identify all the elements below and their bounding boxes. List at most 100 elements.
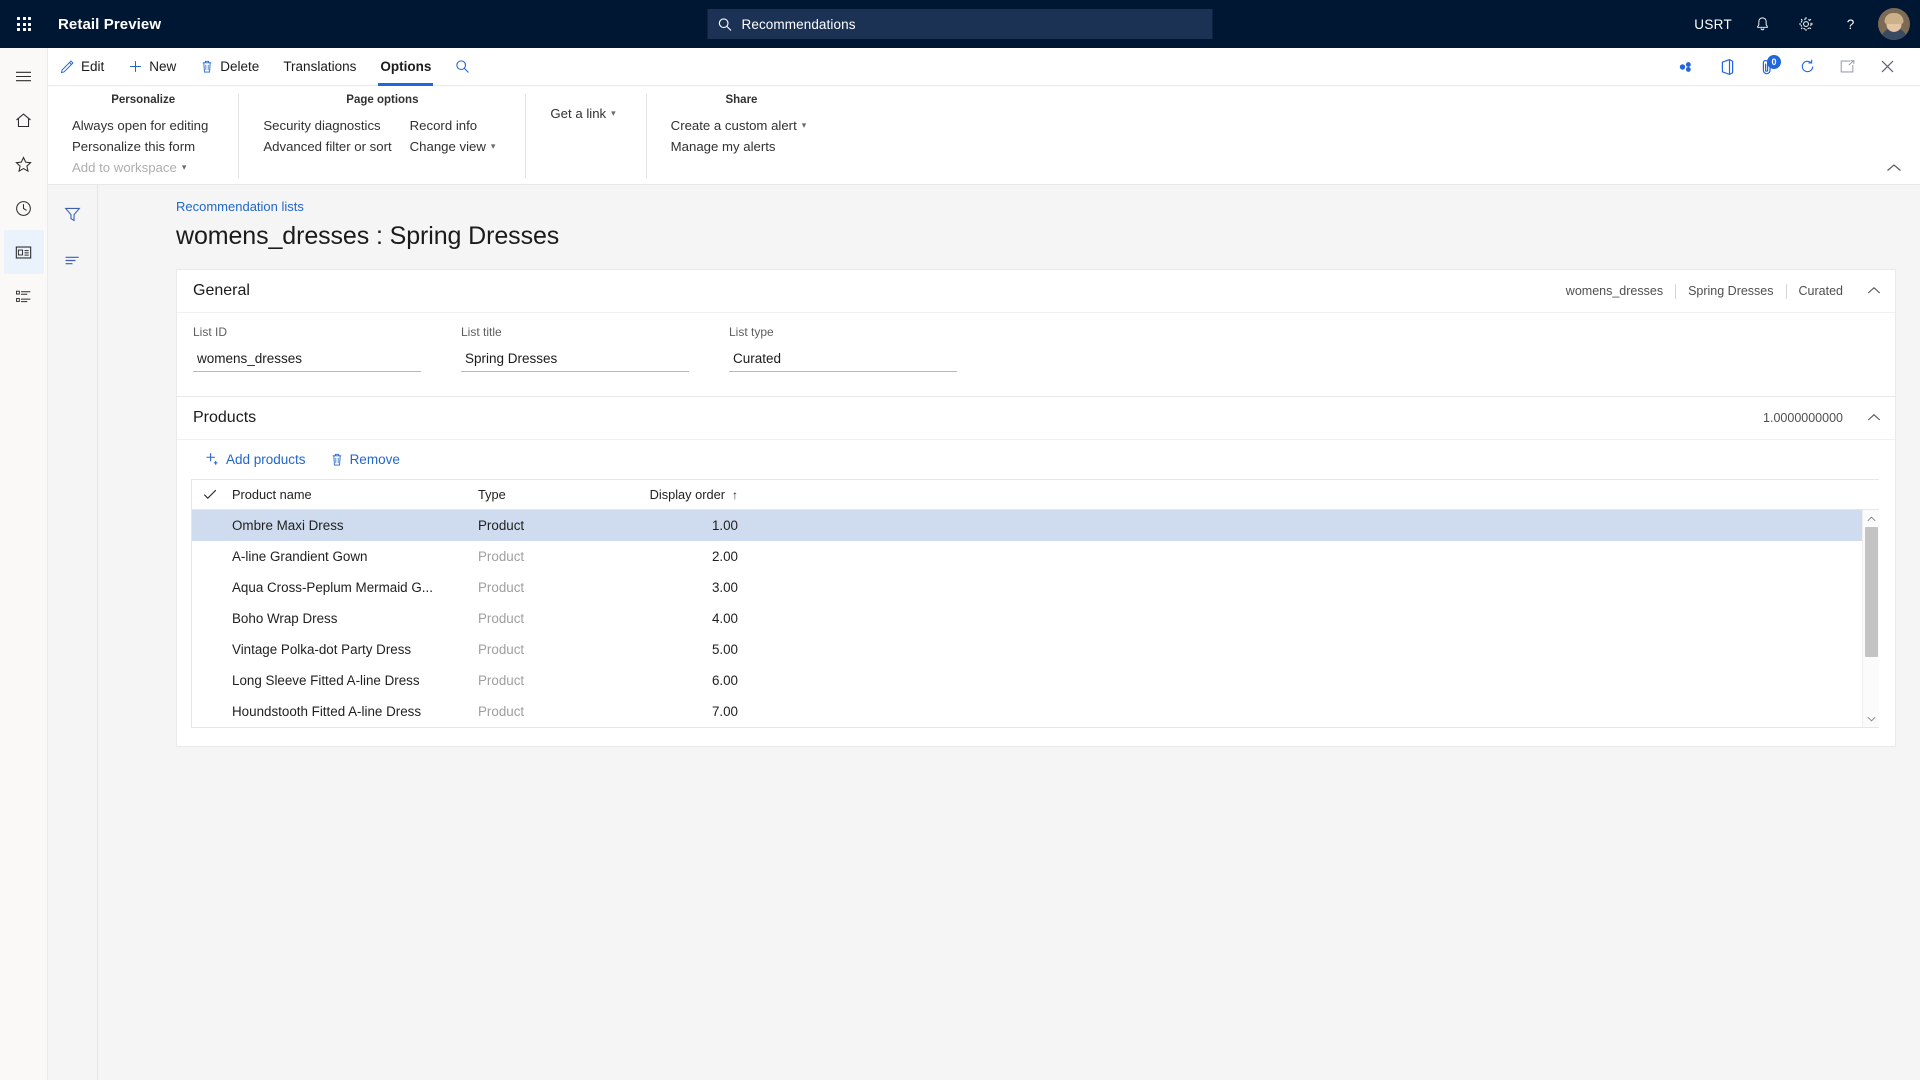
ribbon-group-share: Share Create a custom alert ▾ Manage my … — [647, 94, 837, 178]
ribbon-item-add-to-workspace[interactable]: Add to workspace ▾ — [70, 157, 216, 178]
filter-rail — [48, 185, 98, 1080]
refresh-icon[interactable] — [1788, 48, 1826, 86]
ribbon-item-label: Always open for editing — [72, 118, 209, 133]
scroll-down-chevron-down-icon[interactable] — [1863, 710, 1880, 727]
filter-funnel-icon[interactable] — [56, 199, 90, 229]
global-search-box[interactable]: Recommendations — [707, 9, 1213, 39]
cell-display-order: 4.00 — [711, 611, 738, 626]
workspaces-icon[interactable] — [3, 230, 44, 274]
list-title-input[interactable] — [461, 345, 689, 372]
pencil-icon — [60, 60, 74, 74]
table-row[interactable]: Long Sleeve Fitted A-line Dress Product … — [192, 665, 1879, 696]
action-pane-right-icons: 0 — [1668, 48, 1920, 86]
cell-product-name: Houndstooth Fitted A-line Dress — [232, 704, 422, 719]
table-row[interactable]: Aqua Cross-Peplum Mermaid G... Product 3… — [192, 572, 1879, 603]
cell-type: Product — [478, 704, 525, 719]
scroll-up-chevron-up-icon[interactable] — [1863, 510, 1880, 527]
ribbon-item-advanced-filter-or-sort[interactable]: Advanced filter or sort — [261, 136, 399, 157]
chevron-up-icon[interactable] — [1867, 411, 1881, 425]
options-tab-label: Options — [380, 59, 432, 74]
chevron-up-icon[interactable] — [1867, 284, 1881, 298]
app-title[interactable]: Retail Preview — [58, 16, 161, 33]
ribbon-item-security-diagnostics[interactable]: Security diagnostics — [261, 115, 399, 136]
cell-product-name: Ombre Maxi Dress — [232, 518, 344, 533]
products-section-header[interactable]: Products 1.0000000000 — [177, 397, 1895, 440]
add-products-button[interactable]: Add products — [195, 448, 316, 471]
left-nav-rail — [0, 48, 48, 1080]
ribbon-item-get-a-link[interactable]: Get a link ▾ — [548, 103, 623, 124]
edit-button[interactable]: Edit — [48, 48, 116, 86]
column-header-type[interactable]: Type — [478, 487, 628, 502]
share-icon[interactable] — [1668, 48, 1706, 86]
cell-type: Product — [478, 549, 525, 564]
summary-list-type: Curated — [1798, 284, 1843, 298]
action-pane-search-icon[interactable] — [443, 48, 482, 86]
favorites-star-icon[interactable] — [4, 142, 44, 186]
summary-list-title: Spring Dresses — [1688, 284, 1774, 298]
column-header-product-name[interactable]: Product name — [228, 487, 478, 502]
gear-icon[interactable] — [1784, 0, 1828, 48]
recent-clock-icon[interactable] — [4, 186, 44, 230]
ribbon-item-label: Add to workspace — [72, 160, 177, 175]
list-id-input[interactable] — [193, 345, 421, 372]
products-grid-header: Product name Type Display order ↑ — [192, 480, 1879, 510]
ribbon-item-always-open-for-editing[interactable]: Always open for editing — [70, 115, 216, 136]
grid-vertical-scrollbar[interactable] — [1862, 510, 1879, 727]
related-info-icon[interactable] — [56, 245, 90, 275]
office-app-icon[interactable] — [1708, 48, 1746, 86]
collapse-ribbon-button[interactable] — [1886, 162, 1902, 176]
home-icon[interactable] — [4, 98, 44, 142]
options-ribbon: Personalize Always open for editing Pers… — [0, 86, 1920, 185]
ribbon-item-record-info[interactable]: Record info — [408, 115, 504, 136]
close-icon[interactable] — [1868, 48, 1906, 86]
user-avatar[interactable] — [1878, 8, 1910, 40]
products-section: Products 1.0000000000 Add products Remov… — [176, 396, 1896, 747]
hamburger-menu-icon[interactable] — [4, 54, 44, 98]
delete-button[interactable]: Delete — [188, 48, 271, 86]
scrollbar-track[interactable] — [1863, 527, 1880, 710]
action-pane: Edit New Delete Translations Options 0 — [0, 48, 1920, 86]
ribbon-item-label: Personalize this form — [72, 139, 196, 154]
table-row[interactable]: Houndstooth Fitted A-line Dress Product … — [192, 696, 1879, 727]
new-button[interactable]: New — [116, 48, 188, 86]
summary-list-id: womens_dresses — [1565, 284, 1664, 298]
ribbon-item-manage-my-alerts[interactable]: Manage my alerts — [669, 136, 815, 157]
translations-button[interactable]: Translations — [271, 48, 368, 86]
table-row[interactable]: Ombre Maxi Dress Product 1.00 — [192, 510, 1879, 541]
attachment-icon[interactable]: 0 — [1748, 48, 1786, 86]
general-section-header[interactable]: General womens_dresses Spring Dresses Cu… — [177, 270, 1895, 313]
svg-text:?: ? — [1846, 17, 1854, 32]
field-list-type: List type — [729, 325, 997, 372]
cell-product-name: A-line Grandient Gown — [232, 549, 368, 564]
list-type-input[interactable] — [729, 345, 957, 372]
remove-button[interactable]: Remove — [320, 448, 410, 471]
modules-list-icon[interactable] — [4, 274, 44, 318]
chevron-down-icon: ▾ — [490, 141, 496, 151]
add-row-icon — [206, 453, 218, 465]
select-all-checkmark-icon[interactable] — [192, 489, 228, 500]
ribbon-item-personalize-this-form[interactable]: Personalize this form — [70, 136, 216, 157]
table-row[interactable]: A-line Grandient Gown Product 2.00 — [192, 541, 1879, 572]
question-mark-icon[interactable]: ? — [1828, 0, 1872, 48]
popout-icon[interactable] — [1828, 48, 1866, 86]
app-launcher-icon[interactable] — [0, 0, 48, 48]
ribbon-group-share-title: Share — [725, 94, 758, 106]
scrollbar-thumb[interactable] — [1864, 527, 1878, 657]
tab-options[interactable]: Options — [368, 48, 443, 86]
column-header-display-order-label: Display order — [649, 487, 725, 502]
field-list-title-label: List title — [461, 325, 502, 339]
table-row[interactable]: Boho Wrap Dress Product 4.00 — [192, 603, 1879, 634]
cell-display-order: 2.00 — [711, 549, 738, 564]
main-content: Recommendation lists womens_dresses : Sp… — [98, 185, 1920, 1080]
translations-button-label: Translations — [283, 59, 357, 74]
products-toolbar: Add products Remove — [191, 442, 1879, 479]
ribbon-item-change-view[interactable]: Change view ▾ — [408, 136, 504, 157]
cell-type: Product — [478, 642, 525, 657]
ribbon-item-label: Get a link — [550, 106, 607, 121]
ribbon-item-create-a-custom-alert[interactable]: Create a custom alert ▾ — [669, 115, 815, 136]
column-header-display-order[interactable]: Display order ↑ — [628, 487, 748, 502]
company-selector[interactable]: USRT — [1686, 0, 1740, 48]
table-row[interactable]: Vintage Polka-dot Party Dress Product 5.… — [192, 634, 1879, 665]
bell-icon[interactable] — [1740, 0, 1784, 48]
breadcrumb[interactable]: Recommendation lists — [176, 199, 1920, 214]
